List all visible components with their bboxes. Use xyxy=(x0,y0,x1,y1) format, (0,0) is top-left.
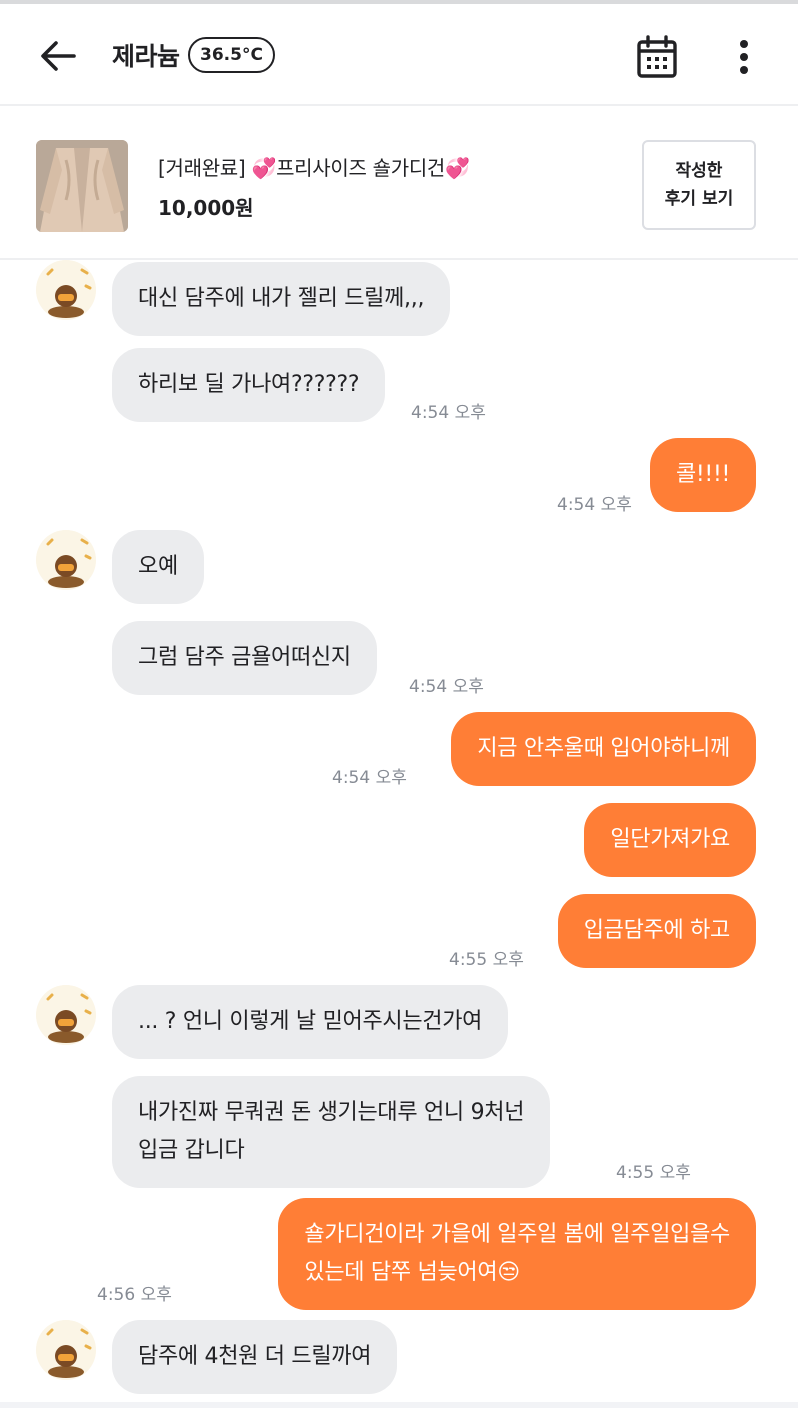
manner-temperature-badge: 36.5°C xyxy=(188,37,275,73)
message-bubble-incoming: 그럼 담주 금욜어떠신지 xyxy=(112,621,377,695)
message-bubble-incoming: 대신 담주에 내가 젤리 드릴께,,, xyxy=(112,262,451,336)
message-timestamp: 4:55 오후 xyxy=(616,1163,691,1183)
avatar-character-icon xyxy=(36,530,96,590)
message-timestamp: 4:54 오후 xyxy=(411,403,486,423)
message-bubble-outgoing: 일단가져가요 xyxy=(584,803,756,877)
view-review-button[interactable]: 작성한 후기 보기 xyxy=(642,140,756,230)
more-vertical-icon xyxy=(740,40,748,74)
message-timestamp: 4:54 오후 xyxy=(332,768,407,788)
arrow-left-icon xyxy=(41,41,76,71)
product-price: 10,000원 xyxy=(158,196,254,220)
avatar-character-icon xyxy=(36,260,96,320)
message-bubble-outgoing: 지금 안추울때 입어야하니께 xyxy=(451,712,756,786)
chat-header: 제라늄 36.5°C xyxy=(0,4,798,106)
partner-nickname[interactable]: 제라늄 xyxy=(112,37,180,73)
message-timestamp: 4:54 오후 xyxy=(557,495,632,515)
schedule-button[interactable] xyxy=(636,34,678,80)
message-bubble-incoming: 하리보 딜 가나여?????? xyxy=(112,348,386,422)
message-bubble-outgoing: 숄가디건이라 가을에 일주일 봄에 일주일입을수 있는데 담쭈 넘늦어여😒 xyxy=(278,1198,756,1310)
product-thumbnail[interactable] xyxy=(36,140,128,232)
product-title: [거래완료] 💞프리사이즈 숄가디건💞 xyxy=(158,156,470,180)
back-button[interactable] xyxy=(36,34,80,78)
message-bubble-incoming: ... ? 언니 이렇게 날 믿어주시는건가여 xyxy=(112,985,509,1059)
message-bubble-incoming: 오예 xyxy=(112,530,204,604)
message-bubble-incoming: 담주에 4천원 더 드릴까여 xyxy=(112,1320,398,1394)
message-timestamp: 4:56 오후 xyxy=(97,1285,172,1305)
partner-avatar[interactable] xyxy=(36,530,96,590)
message-timestamp: 4:55 오후 xyxy=(449,950,524,970)
avatar-character-icon xyxy=(36,985,96,1045)
message-bubble-incoming: 내가진짜 무쿼권 돈 생기는대루 언니 9처넌 입금 갑니다 xyxy=(112,1076,551,1188)
message-timestamp: 4:54 오후 xyxy=(409,677,484,697)
bottom-divider xyxy=(0,1402,798,1408)
more-options-button[interactable] xyxy=(730,38,758,76)
product-summary[interactable]: [거래완료] 💞프리사이즈 숄가디건💞 10,000원 작성한 후기 보기 xyxy=(0,108,798,260)
cardigan-photo xyxy=(36,140,128,232)
avatar-character-icon xyxy=(36,1320,96,1380)
partner-avatar[interactable] xyxy=(36,985,96,1045)
partner-avatar[interactable] xyxy=(36,260,96,320)
message-bubble-outgoing: 콜!!!! xyxy=(649,438,756,512)
message-bubble-outgoing: 입금담주에 하고 xyxy=(557,894,756,968)
calendar-icon xyxy=(637,35,677,78)
partner-avatar[interactable] xyxy=(36,1320,96,1380)
